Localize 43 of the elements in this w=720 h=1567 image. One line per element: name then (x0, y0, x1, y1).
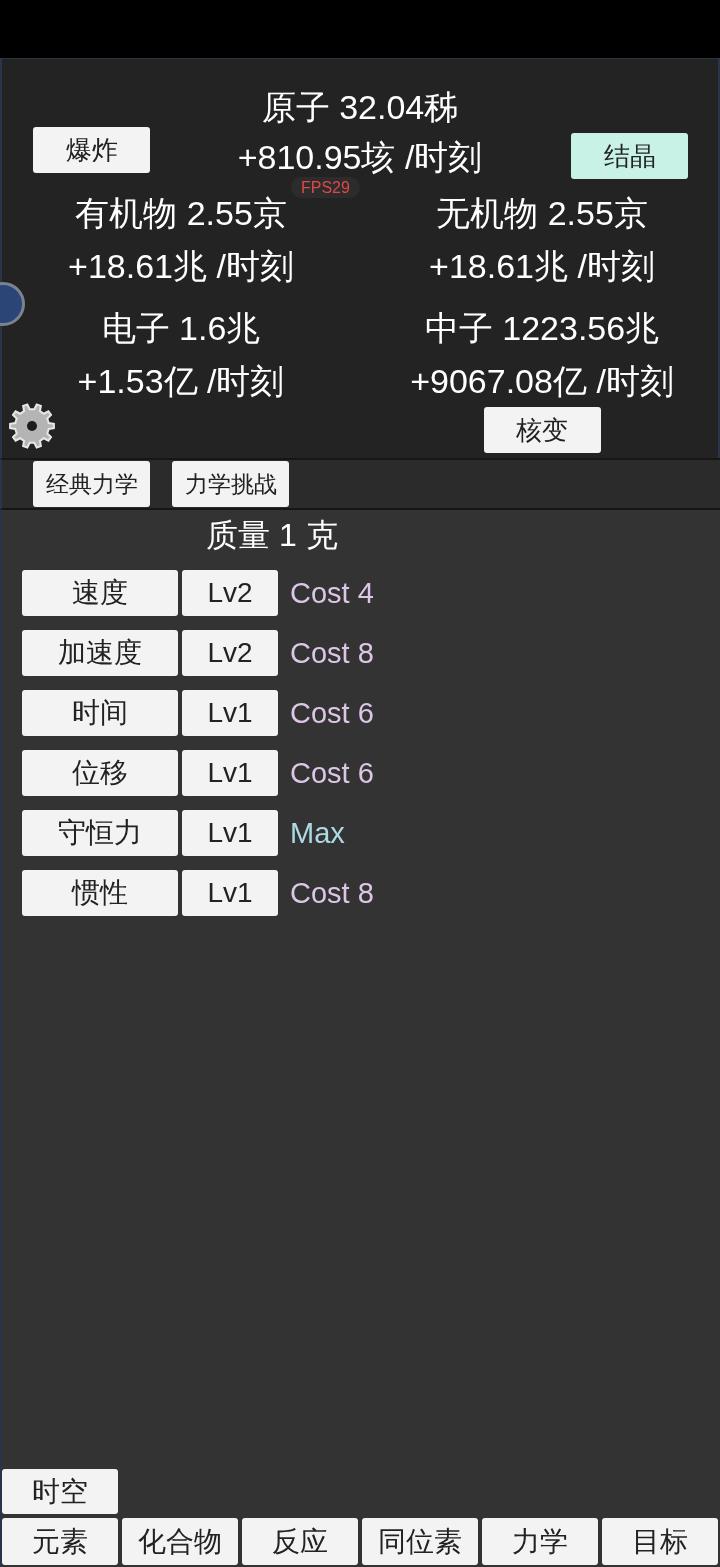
nav-tab[interactable]: 力学 (482, 1518, 598, 1565)
crystal-button[interactable]: 结晶 (571, 133, 688, 179)
resource-amount: 中子 1223.56兆 (424, 308, 660, 348)
max-label: Max (290, 816, 345, 850)
fps-counter: FPS29 (291, 177, 360, 198)
atom-amount: 原子 32.04秭 (261, 87, 459, 127)
subtab[interactable]: 经典力学 (33, 461, 150, 507)
resource-rate: +18.61兆 /时刻 (429, 246, 655, 286)
nav-tab[interactable]: 反应 (242, 1518, 358, 1565)
cost-label: Cost 8 (290, 636, 374, 670)
fission-button[interactable]: 核变 (483, 407, 601, 453)
upgrade-button[interactable]: 加速度 (22, 630, 178, 676)
nav-tab[interactable]: 化合物 (122, 1518, 238, 1565)
level-button[interactable]: Lv2 (182, 570, 278, 616)
cost-label: Cost 6 (290, 756, 374, 790)
resource-amount: 无机物 2.55京 (436, 193, 648, 233)
upgrade-button[interactable]: 惯性 (22, 870, 178, 916)
level-button[interactable]: Lv1 (182, 810, 278, 856)
nav-tab[interactable]: 目标 (602, 1518, 718, 1565)
resource-rate: +9067.08亿 /时刻 (410, 361, 674, 401)
resource-rate: +1.53亿 /时刻 (77, 361, 285, 401)
level-button[interactable]: Lv2 (182, 630, 278, 676)
atom-rate: +810.95垓 /时刻 (237, 137, 483, 177)
settings-icon[interactable] (8, 402, 56, 450)
mass-title: 质量 1 克 (206, 516, 338, 555)
resource-rate: +18.61兆 /时刻 (68, 246, 294, 286)
subtab[interactable]: 力学挑战 (172, 461, 289, 507)
cost-label: Cost 4 (290, 576, 374, 610)
upgrade-button[interactable]: 速度 (22, 570, 178, 616)
upgrade-button[interactable]: 守恒力 (22, 810, 178, 856)
explode-button[interactable]: 爆炸 (33, 127, 150, 173)
resource-amount: 电子 1.6兆 (101, 308, 261, 348)
upgrade-button[interactable]: 位移 (22, 750, 178, 796)
level-button[interactable]: Lv1 (182, 870, 278, 916)
resource-amount: 有机物 2.55京 (75, 193, 287, 233)
cost-label: Cost 8 (290, 876, 374, 910)
nav-tab[interactable]: 元素 (2, 1518, 118, 1565)
level-button[interactable]: Lv1 (182, 750, 278, 796)
cost-label: Cost 6 (290, 696, 374, 730)
nav-tab[interactable]: 同位素 (362, 1518, 478, 1565)
level-button[interactable]: Lv1 (182, 690, 278, 736)
upgrade-button[interactable]: 时间 (22, 690, 178, 736)
spacetime-button[interactable]: 时空 (2, 1469, 118, 1514)
